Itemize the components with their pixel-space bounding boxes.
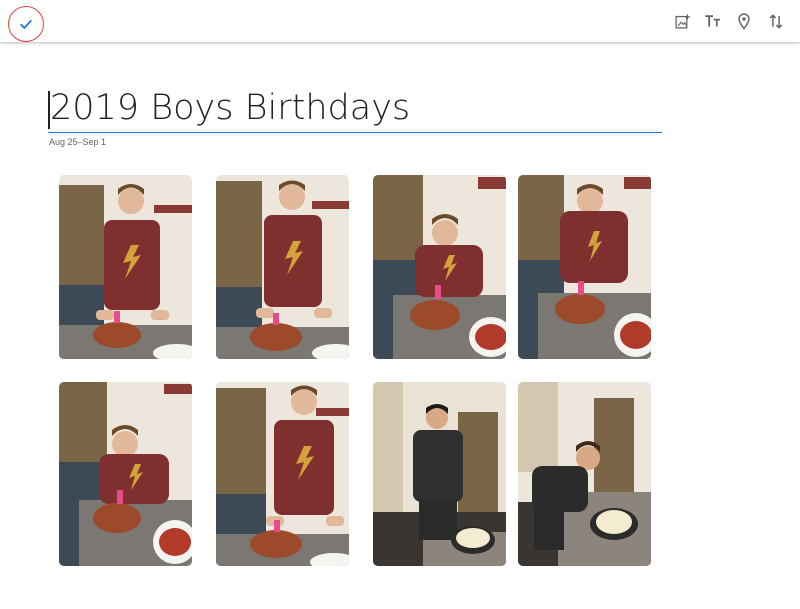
photo-thumbnail[interactable] [373, 382, 506, 566]
photo-thumbnail[interactable] [216, 175, 349, 359]
photo-thumbnail[interactable] [518, 175, 651, 359]
text-format-icon [705, 15, 720, 27]
album-title[interactable]: 2019 Boys Birthdays [50, 88, 410, 128]
top-toolbar [0, 0, 800, 42]
photo-thumbnail[interactable] [373, 175, 506, 359]
check-icon [20, 19, 32, 30]
sort-button[interactable] [764, 9, 788, 33]
location-icon [738, 12, 750, 30]
photo-thumbnail[interactable] [59, 382, 192, 566]
add-text-button[interactable] [701, 9, 725, 33]
add-location-button[interactable] [732, 9, 756, 33]
photo-thumbnail[interactable] [216, 382, 349, 566]
done-button[interactable] [8, 6, 44, 42]
photo-thumbnail[interactable] [59, 175, 192, 359]
add-photo-icon [674, 13, 690, 29]
sort-icon [769, 13, 783, 29]
album-date-range: Aug 25–Sep 1 [49, 137, 107, 147]
photo-thumbnail[interactable] [518, 382, 651, 566]
album-title-field[interactable]: 2019 Boys Birthdays [48, 88, 662, 133]
add-photos-button[interactable] [670, 9, 694, 33]
